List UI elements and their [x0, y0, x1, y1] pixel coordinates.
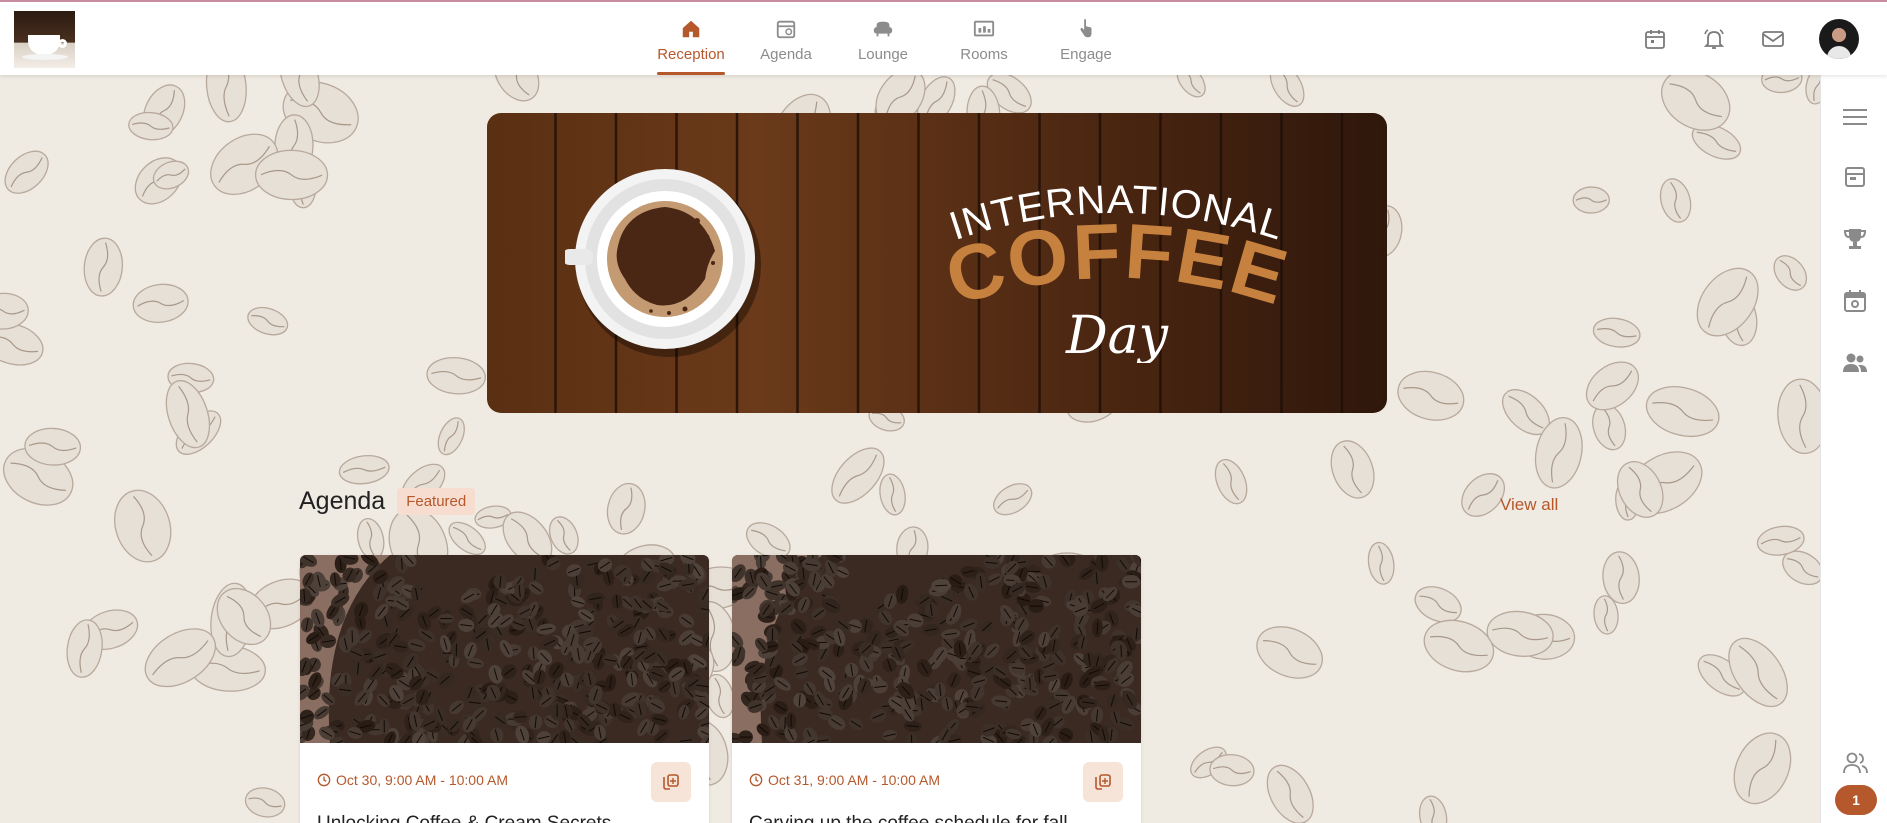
agenda-card[interactable]: Oct 31, 9:00 AM - 10:00 AM Carving up th…: [732, 555, 1141, 823]
nav-engage-label: Engage: [1060, 46, 1112, 63]
home-icon: [682, 20, 700, 38]
agenda-title: Agenda: [299, 487, 386, 515]
session-time-text: Oct 30, 9:00 AM - 10:00 AM: [336, 772, 508, 788]
calendar-icon[interactable]: [1643, 27, 1667, 51]
session-time: Oct 30, 9:00 AM - 10:00 AM: [317, 772, 508, 788]
clock-icon: [317, 773, 331, 787]
top-navigation-bar: Reception Agenda Lounge Rooms Engage: [0, 0, 1887, 75]
nav-lounge[interactable]: Lounge: [834, 2, 932, 75]
nav-reception-label: Reception: [657, 46, 725, 63]
add-calendar-icon: [663, 774, 679, 790]
nav-reception[interactable]: Reception: [644, 2, 738, 75]
trophy-icon[interactable]: [1841, 225, 1869, 253]
right-sidebar: 1: [1820, 75, 1887, 823]
lounge-icon: [873, 21, 893, 37]
rooms-icon: [973, 20, 995, 37]
coffee-beans-image: [300, 555, 709, 743]
featured-tag: Featured: [397, 488, 476, 515]
view-all-link[interactable]: View all: [1500, 495, 1558, 515]
nav-rooms-label: Rooms: [960, 46, 1008, 63]
session-title: Unlocking Coffee & Cream Secrets: [317, 813, 611, 823]
clock-icon: [749, 773, 763, 787]
hero-banner: INTERNATIONAL COFFEE Day: [487, 113, 1387, 413]
engage-icon: [1080, 18, 1092, 38]
coffee-cup-illustration: [565, 169, 761, 357]
attendees-icon[interactable]: [1841, 749, 1869, 777]
add-to-calendar-button[interactable]: [1083, 762, 1123, 802]
session-time: Oct 31, 9:00 AM - 10:00 AM: [749, 772, 940, 788]
top-right-actions: [1608, 19, 1859, 59]
coffee-beans-image: [732, 555, 1141, 743]
svg-text:Day: Day: [1065, 306, 1169, 363]
nav-agenda[interactable]: Agenda: [738, 2, 834, 75]
attendee-count-badge[interactable]: 1: [1835, 785, 1877, 815]
session-time-text: Oct 31, 9:00 AM - 10:00 AM: [768, 772, 940, 788]
add-calendar-icon: [1095, 774, 1111, 790]
user-avatar[interactable]: [1819, 19, 1859, 59]
nav-lounge-label: Lounge: [857, 46, 909, 63]
session-title: Carving up the coffee schedule for fall: [749, 813, 1068, 823]
menu-icon[interactable]: [1841, 103, 1869, 131]
agenda-section-header: Agenda Featured: [299, 487, 476, 516]
nav-engage[interactable]: Engage: [1036, 2, 1136, 75]
event-title-art: INTERNATIONAL COFFEE Day: [936, 178, 1296, 363]
main-nav: Reception Agenda Lounge Rooms Engage: [644, 2, 1136, 75]
mail-icon[interactable]: [1761, 27, 1785, 51]
people-icon[interactable]: [1841, 349, 1869, 377]
nav-rooms[interactable]: Rooms: [932, 2, 1036, 75]
agenda-icon: [776, 20, 796, 39]
nav-agenda-label: Agenda: [760, 46, 812, 63]
add-to-calendar-button[interactable]: [651, 762, 691, 802]
agenda-card[interactable]: Oct 30, 9:00 AM - 10:00 AM Unlocking Cof…: [300, 555, 709, 823]
schedule-card-icon[interactable]: [1841, 163, 1869, 191]
event-logo[interactable]: [14, 11, 75, 68]
event-calendar-icon[interactable]: [1841, 287, 1869, 315]
notification-bell-icon[interactable]: [1702, 27, 1726, 51]
